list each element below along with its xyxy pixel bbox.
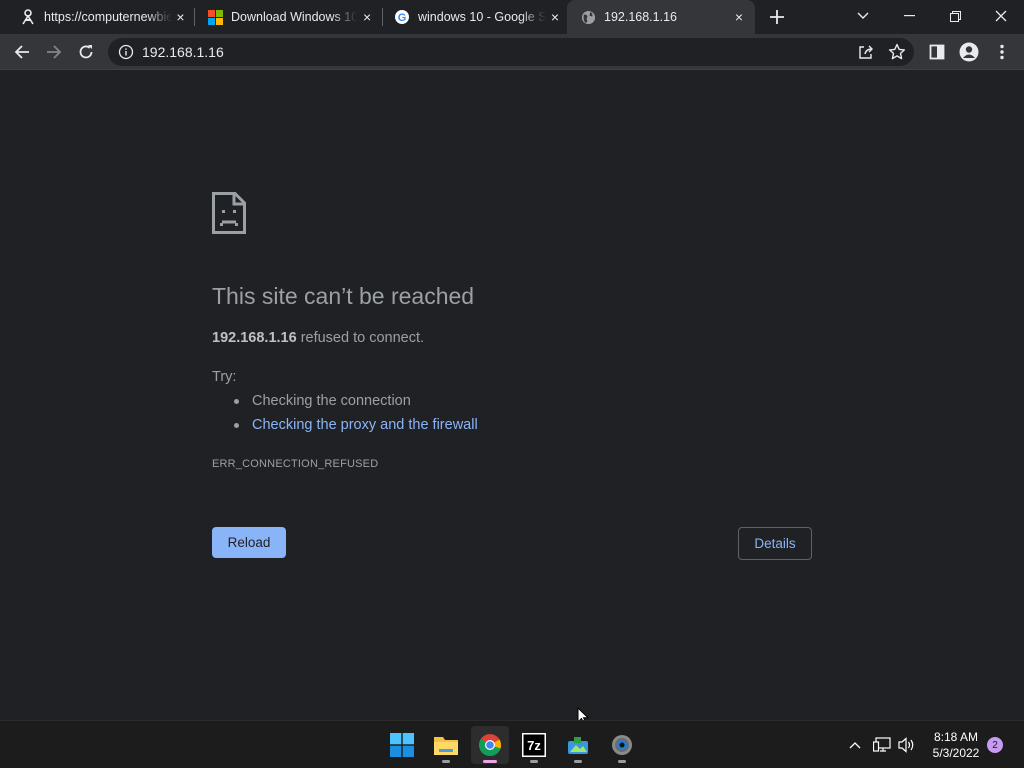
try-label: Try: [212,369,237,385]
sad-document-icon [212,192,246,234]
7zip-icon: 7z [522,733,546,757]
svg-text:7z: 7z [527,738,541,753]
minimize-icon [903,15,915,17]
tab-computernewbie[interactable]: https://computernewbie.info × [0,0,195,34]
volume-icon [898,737,914,753]
start-button[interactable] [383,726,421,764]
suggestions-list: Checking the connection Checking the pro… [212,391,478,439]
error-summary: 192.168.1.16 refused to connect. [212,330,424,346]
globe-icon [580,9,596,25]
info-icon[interactable] [118,44,134,60]
side-panel-icon [929,44,945,60]
arrow-right-icon [47,45,62,59]
url-text[interactable]: 192.168.1.16 [142,44,224,60]
tab-google-search[interactable]: G windows 10 - Google Search × [374,0,570,34]
browser-toolbar: 192.168.1.16 [0,34,1024,70]
running-indicator [574,760,582,763]
tab-search-button[interactable] [840,0,886,32]
tab-download-windows[interactable]: Download Windows 10 × [187,0,383,34]
active-indicator [483,760,497,763]
error-summary-text: refused to connect. [296,330,425,346]
forward-button[interactable] [40,38,68,66]
notification-badge[interactable]: 2 [987,737,1003,753]
chevron-down-icon [857,12,869,19]
share-icon[interactable] [857,43,875,61]
taskbar-settings[interactable] [603,726,641,764]
close-window-button[interactable] [978,0,1024,32]
taskbar-clock[interactable]: 8:18 AM 5/3/2022 [924,729,988,761]
start-icon [390,733,414,757]
chevron-up-icon [849,742,861,749]
show-hidden-icons-button[interactable] [845,735,865,755]
taskbar-chrome[interactable] [471,726,509,764]
plus-icon [770,10,784,24]
tab-close-button[interactable]: × [729,7,749,27]
tab-title: Download Windows 10 [231,10,358,24]
tab-close-button[interactable]: × [546,7,564,27]
restore-button[interactable] [932,0,978,32]
taskbar-photos[interactable] [559,726,597,764]
volume-button[interactable] [897,735,917,755]
photos-app-icon [568,737,588,754]
minimize-button[interactable] [886,0,932,32]
settings-icon [612,735,632,755]
file-explorer-icon [434,737,458,755]
side-panel-button[interactable] [923,38,951,66]
tab-title: https://computernewbie.info [44,10,172,24]
taskbar-7zip[interactable]: 7z [515,726,553,764]
network-icon [873,737,891,752]
tab-192-168-1-16[interactable]: 192.168.1.16 × [567,0,755,34]
error-host: 192.168.1.16 [212,330,297,346]
running-indicator [530,760,538,763]
tab-title: 192.168.1.16 [604,10,677,24]
suggestion-check-proxy-link[interactable]: Checking the proxy and the firewall [212,415,478,439]
google-icon: G [394,9,410,25]
reload-button[interactable]: Reload [212,527,286,558]
profile-button[interactable] [955,38,983,66]
restore-icon [949,10,961,22]
details-button[interactable]: Details [738,527,812,560]
reload-icon [79,45,93,59]
reload-toolbar-button[interactable] [72,38,100,66]
close-icon [995,10,1007,22]
tab-title: windows 10 - Google Search [418,10,546,24]
taskbar: 7z 8:18 AM 5/3/2022 2 [0,720,1024,768]
error-heading: This site can’t be reached [212,283,475,309]
clock-time: 8:18 AM [933,730,979,744]
menu-button[interactable] [988,38,1016,66]
star-icon[interactable] [888,43,906,61]
site-icon [20,9,36,25]
windows-logo-icon [207,9,223,25]
arrow-left-icon [14,45,29,59]
kebab-menu-icon [1000,44,1004,60]
new-tab-button[interactable] [764,5,790,29]
network-button[interactable] [872,735,892,755]
taskbar-file-explorer[interactable] [427,726,465,764]
chrome-icon [479,734,502,757]
clock-date: 5/3/2022 [932,746,980,760]
running-indicator [618,760,626,763]
profile-icon [959,42,979,62]
back-button[interactable] [8,38,36,66]
svg-text:G: G [398,12,407,24]
error-code: ERR_CONNECTION_REFUSED [212,458,379,470]
suggestion-check-connection: Checking the connection [212,391,478,415]
address-bar[interactable]: 192.168.1.16 [108,38,914,66]
tab-strip: https://computernewbie.info × Download W… [0,0,1024,34]
running-indicator [442,760,450,763]
